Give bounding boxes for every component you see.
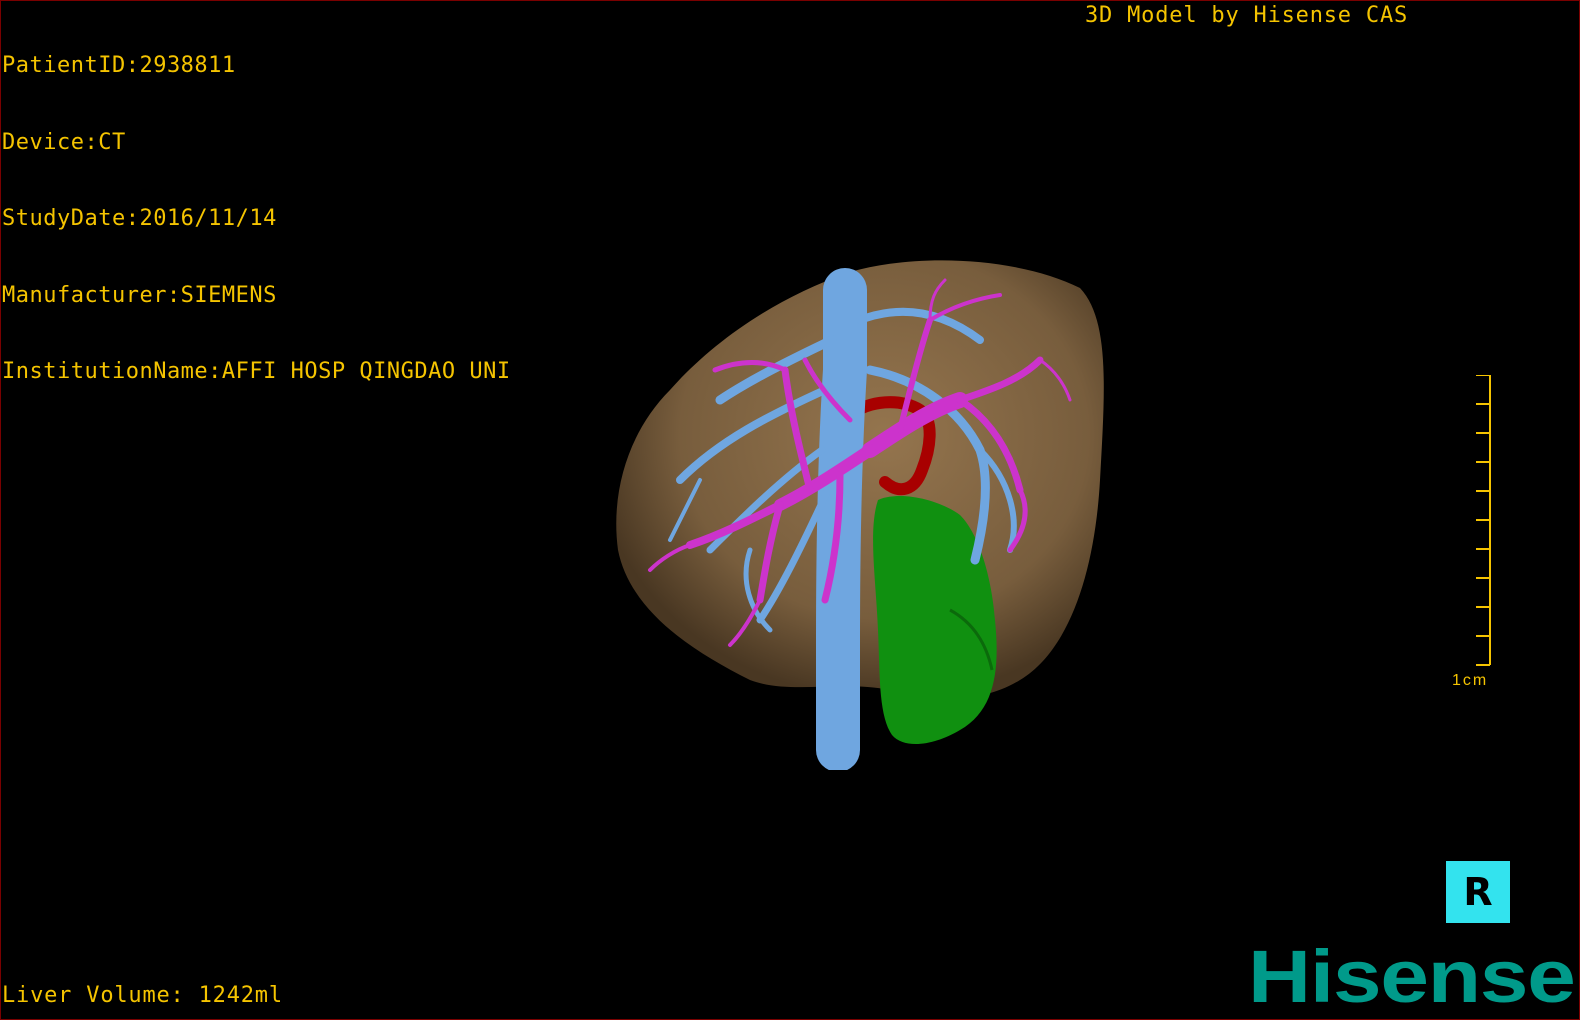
scale-bar — [1476, 375, 1491, 666]
orientation-button[interactable]: R — [1446, 861, 1510, 923]
study-date-text: StudyDate:2016/11/14 — [2, 206, 277, 231]
model-credit-text: 3D Model by Hisense CAS — [1085, 3, 1409, 28]
scale-bar-label: 1cm — [1452, 672, 1489, 689]
manufacturer-text: Manufacturer:SIEMENS — [2, 282, 277, 308]
institution-text: InstitutionName:AFFI HOSP QINGDAO UNI — [2, 359, 511, 384]
liver-3d-model[interactable] — [600, 250, 1120, 770]
liver-volume-text: Liver Volume: 1242ml — [2, 983, 283, 1008]
orientation-R-icon: R — [1463, 870, 1493, 914]
patient-id-text: PatientID:2938811 — [2, 53, 236, 78]
device-text: Device:CT — [2, 129, 126, 155]
hisense-logo: Hisense — [1248, 935, 1576, 1018]
dicom-info-overlay: PatientID:2938811 Device:CT StudyDate:20… — [2, 2, 511, 410]
